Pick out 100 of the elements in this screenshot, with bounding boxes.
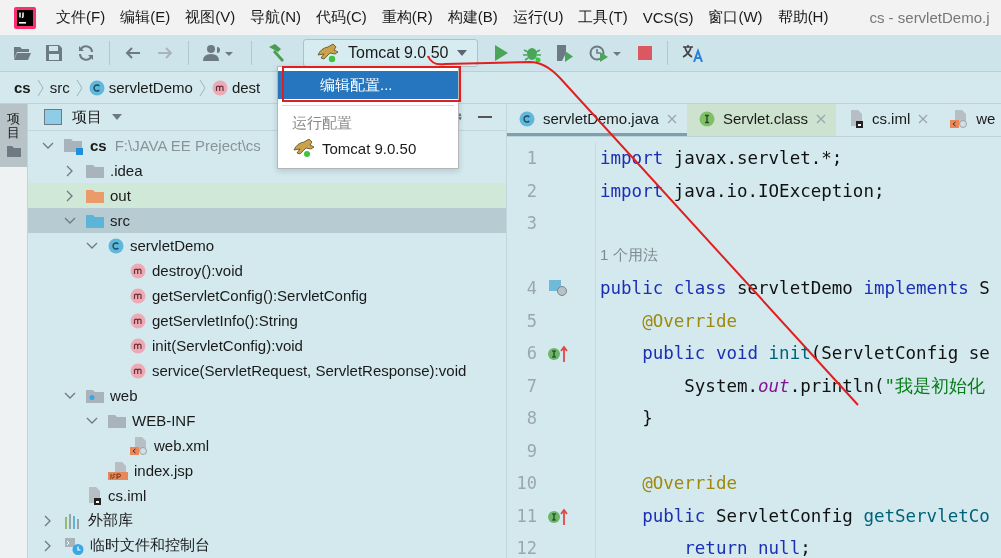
- line-number: 10: [515, 473, 537, 494]
- editor-tab[interactable]: cs.iml: [835, 104, 939, 136]
- code-line: return null;: [683, 538, 811, 558]
- folder-icon: [6, 144, 21, 157]
- tree-item[interactable]: getServletConfig():ServletConfig: [108, 283, 368, 308]
- breadcrumb-item[interactable]: src: [49, 79, 70, 96]
- tree-item[interactable]: out: [64, 183, 131, 208]
- tree-item[interactable]: init(ServletConfig):void: [108, 333, 303, 358]
- tree-item[interactable]: servletDemo: [86, 233, 215, 258]
- tree-item[interactable]: cs.iml: [64, 483, 147, 508]
- chevron-icon: [198, 78, 206, 97]
- class-icon: [519, 110, 535, 127]
- tree-item[interactable]: WEB-INF: [86, 408, 196, 433]
- project-tool-tab[interactable]: 项目: [0, 104, 27, 167]
- xml-file-icon: [950, 109, 969, 128]
- run-configuration-dropdown[interactable]: Tomcat 9.0.50: [303, 39, 478, 67]
- class-icon: [88, 79, 105, 96]
- menu-item[interactable]: 编辑(E): [120, 8, 171, 27]
- menu-item[interactable]: Tomcat 9.0.50: [278, 134, 458, 162]
- scratch-icon: [64, 536, 84, 555]
- tree-item[interactable]: destroy():void: [108, 258, 243, 283]
- library-icon: [64, 512, 82, 529]
- window-icon: [44, 109, 62, 125]
- tree-item[interactable]: index.jsp: [86, 458, 194, 483]
- editor-tab[interactable]: Servlet.class: [686, 104, 836, 136]
- web-folder-icon: [86, 388, 104, 403]
- folder-icon: [86, 188, 104, 203]
- tree-item[interactable]: web.xml: [108, 433, 209, 458]
- line-number: 3: [525, 213, 537, 234]
- breadcrumb-item[interactable]: cs: [14, 79, 31, 96]
- menu-item[interactable]: VCS(S): [642, 9, 694, 26]
- method-icon: [211, 79, 228, 96]
- method-icon: [130, 362, 146, 379]
- code-line: import java.io.IOException;: [600, 180, 885, 201]
- tree-item[interactable]: .idea: [64, 158, 143, 183]
- implements-marker-icon: [547, 506, 571, 525]
- tree-item[interactable]: 临时文件和控制台: [42, 533, 210, 558]
- menu-item[interactable]: 构建(B): [447, 8, 498, 27]
- class-marker-icon: [548, 280, 570, 297]
- file-icon: [86, 486, 102, 505]
- cat-icon: [292, 139, 314, 157]
- line-number: 2: [525, 180, 537, 201]
- method-icon: [130, 312, 146, 329]
- code-line: public ServletConfig getServletCo: [641, 505, 990, 526]
- line-number: 12: [515, 538, 537, 558]
- folder-icon: [86, 163, 104, 178]
- chevron-icon: [36, 78, 44, 97]
- breadcrumb-item[interactable]: servletDemo: [88, 79, 193, 96]
- caret-icon: [456, 50, 467, 56]
- menu-item[interactable]: 重构(R): [381, 8, 433, 27]
- implements-marker-icon: [547, 344, 571, 363]
- menu-item[interactable]: 编辑配置...: [278, 71, 458, 99]
- method-icon: [130, 262, 146, 279]
- close-icon: [815, 113, 826, 124]
- app-logo-icon: [14, 6, 36, 29]
- tree-item[interactable]: src: [64, 208, 130, 233]
- module-folder-icon: [64, 136, 84, 155]
- tree-item[interactable]: cs F:\JAVA EE Preject\cs: [42, 133, 261, 158]
- class-icon: [108, 237, 124, 254]
- close-icon: [918, 113, 929, 124]
- interface-icon: [698, 110, 715, 127]
- method-icon: [130, 337, 146, 354]
- line-number: 5: [525, 310, 537, 331]
- menu-item[interactable]: 窗口(W): [708, 8, 763, 27]
- line-number: 1: [525, 148, 537, 169]
- xml-file-icon: [130, 436, 148, 455]
- menu-item[interactable]: 视图(V): [185, 8, 236, 27]
- method-icon: [130, 287, 146, 304]
- code-line: public void init(ServletConfig se: [641, 343, 990, 364]
- line-number: 7: [525, 375, 537, 396]
- project-view-selector[interactable]: 项目: [44, 107, 122, 127]
- line-number: 9: [525, 440, 537, 461]
- path-text: F:\JAVA EE Preject\cs: [114, 137, 261, 154]
- tree-item[interactable]: 外部库: [42, 508, 133, 533]
- menu-item[interactable]: 帮助(H): [777, 8, 829, 27]
- code-line: @Override: [641, 473, 737, 494]
- window-title: cs - servletDemo.j: [869, 9, 990, 26]
- caret-icon: [112, 114, 122, 120]
- tree-item[interactable]: web: [64, 383, 138, 408]
- menu-item[interactable]: 文件(F): [56, 8, 106, 27]
- editor-tab[interactable]: we: [938, 104, 1001, 136]
- menu-item[interactable]: 工具(T): [578, 8, 628, 27]
- tree-item[interactable]: service(ServletRequest, ServletResponse):void: [108, 358, 467, 383]
- folder-icon: [108, 413, 126, 428]
- folder-icon: [86, 213, 104, 228]
- menu-item[interactable]: 运行(U): [512, 8, 564, 27]
- breadcrumb-item[interactable]: dest: [211, 79, 261, 96]
- tree-item[interactable]: getServletInfo():String: [108, 308, 298, 333]
- line-number: 4: [525, 278, 537, 299]
- jsp-file-icon: [108, 461, 128, 480]
- line-number: 8: [525, 408, 537, 429]
- code-line: @Override: [641, 310, 737, 331]
- close-icon: [666, 113, 677, 124]
- menu-item[interactable]: 代码(C): [316, 8, 367, 27]
- line-number: 6: [525, 343, 537, 364]
- chevron-icon: [75, 78, 83, 97]
- menu-item[interactable]: 导航(N): [250, 8, 301, 27]
- cat-icon: [316, 43, 340, 63]
- code-line: }: [641, 408, 653, 429]
- menu-heading: 运行配置: [291, 112, 353, 133]
